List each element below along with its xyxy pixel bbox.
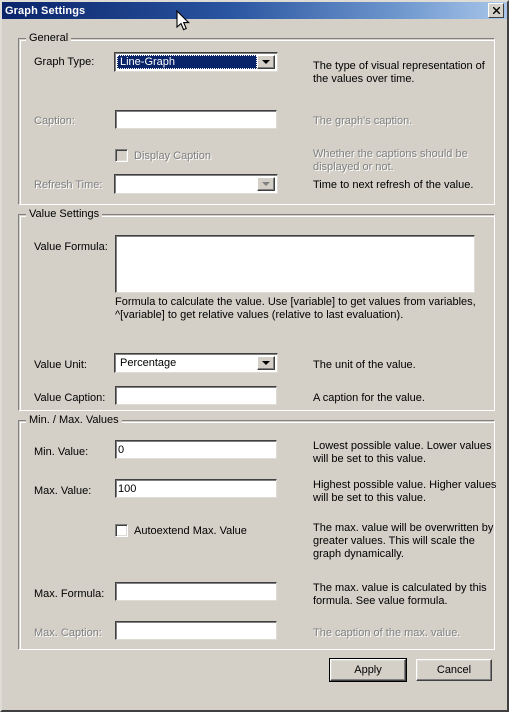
graph-settings-dialog: Graph Settings General Graph Type: Line-…	[0, 0, 509, 712]
desc-value-caption: A caption for the value.	[313, 392, 425, 404]
value-formula-textarea[interactable]	[115, 235, 475, 293]
close-icon[interactable]	[488, 3, 504, 18]
label-value-caption: Value Caption:	[34, 392, 106, 404]
window-title: Graph Settings	[5, 4, 86, 17]
display-caption-label: Display Caption	[134, 149, 212, 162]
title-bar[interactable]: Graph Settings	[2, 2, 507, 19]
value-unit-value: Percentage	[120, 357, 177, 369]
label-graph-type: Graph Type:	[34, 56, 95, 68]
desc-min-value: Lowest possible value. Lower values will…	[313, 440, 492, 465]
label-refresh-time: Refresh Time:	[34, 179, 103, 191]
desc-max-caption: The caption of the max. value.	[313, 627, 461, 639]
desc-value-formula: Formula to calculate the value. Use [var…	[115, 296, 476, 321]
label-min-value: Min. Value:	[34, 446, 89, 458]
apply-button[interactable]: Apply	[329, 658, 407, 682]
chevron-down-icon[interactable]	[257, 177, 275, 191]
max-formula-input[interactable]	[115, 582, 277, 601]
label-value-unit: Value Unit:	[34, 359, 87, 371]
label-caption: Caption:	[34, 115, 75, 127]
autoextend-max-value-checkbox[interactable]: Autoextend Max. Value	[115, 524, 247, 537]
group-min-max-values-title: Min. / Max. Values	[26, 414, 122, 426]
desc-autoextend-max-value: The max. value will be overwritten by gr…	[313, 522, 494, 560]
value-unit-combobox[interactable]: Percentage	[114, 353, 278, 373]
display-caption-checkbox[interactable]: Display Caption	[115, 149, 211, 162]
label-max-formula: Max. Formula:	[34, 588, 105, 600]
desc-refresh-time: Time to next refresh of the value.	[313, 179, 474, 191]
checkbox-box	[115, 524, 128, 537]
refresh-time-value	[117, 177, 257, 191]
caption-input[interactable]	[115, 110, 277, 129]
checkbox-box	[115, 149, 128, 162]
chevron-down-icon[interactable]	[257, 55, 275, 69]
desc-caption: The graph's caption.	[313, 115, 413, 127]
group-general-title: General	[26, 32, 72, 44]
label-max-caption: Max. Caption:	[34, 627, 102, 639]
graph-type-value: Line-Graph	[117, 55, 257, 69]
label-value-formula: Value Formula:	[34, 241, 108, 253]
max-caption-input[interactable]	[115, 621, 277, 640]
min-value-input[interactable]	[115, 440, 277, 459]
max-value-input[interactable]	[115, 479, 277, 498]
value-caption-input[interactable]	[115, 386, 277, 405]
autoextend-max-value-label: Autoextend Max. Value	[134, 524, 247, 537]
graph-type-combobox[interactable]: Line-Graph	[114, 52, 278, 72]
desc-max-value: Highest possible value. Higher values wi…	[313, 479, 497, 504]
group-value-settings-title: Value Settings	[26, 208, 103, 220]
label-max-value: Max. Value:	[34, 485, 92, 497]
dialog-client-area: General Graph Type: Line-Graph The type …	[2, 19, 507, 710]
close-x-glyph	[492, 7, 500, 14]
desc-display-caption: Whether the captions should be displayed…	[313, 148, 468, 173]
cancel-button[interactable]: Cancel	[416, 659, 492, 681]
desc-value-unit: The unit of the value.	[313, 359, 416, 371]
refresh-time-combobox[interactable]	[114, 174, 278, 194]
chevron-down-icon[interactable]	[257, 356, 275, 370]
desc-max-formula: The max. value is calculated by this for…	[313, 582, 487, 607]
desc-graph-type: The type of visual representation of the…	[313, 60, 485, 85]
